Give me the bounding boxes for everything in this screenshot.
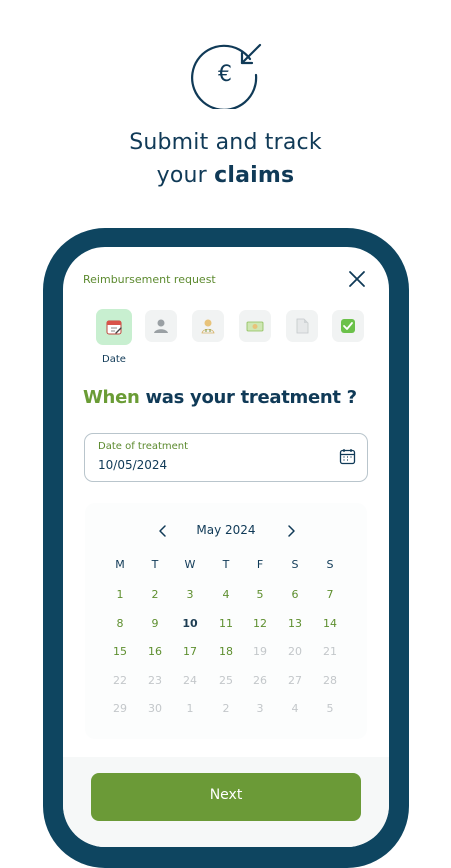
calendar-day: 30 [148,702,162,715]
document-icon [296,318,309,334]
weekday-label: W [184,558,196,571]
question-title: When was your treatment ? [83,387,357,408]
calendar-day[interactable]: 15 [105,645,135,658]
calendar-day[interactable]: 13 [280,617,310,630]
question-highlight: When [83,387,140,408]
headline-line1: Submit and track [129,130,322,155]
calendar-day: 20 [288,645,302,658]
calendar-day[interactable]: 5 [245,588,275,601]
calendar-day: 25 [219,674,233,687]
svg-text:€: € [218,62,232,87]
calendar-day[interactable]: 11 [211,617,241,630]
step-confirm[interactable] [332,310,364,342]
date-field-value[interactable]: 10/05/2024 [98,458,167,472]
date-picker: May 2024 M T W T F S S 1 2 3 4 5 6 7 8 9 10 11 12 13 14 15 16 1… [85,503,367,739]
weekday-label: T [151,558,159,571]
next-button[interactable]: Next [91,773,361,821]
headline: Submit and track your claims [0,126,451,192]
calendar-day: 29 [113,702,127,715]
calendar-day[interactable]: 10 [175,617,205,630]
calendar-day[interactable]: 7 [315,588,345,601]
calendar-day: 28 [323,674,337,687]
calendar-day[interactable]: 18 [211,645,241,658]
calendar-day[interactable]: 6 [280,588,310,601]
calendar-day: 1 [186,702,194,715]
calendar-day: 24 [183,674,197,687]
doctor-icon [201,319,215,334]
step-indicator: Date [96,309,366,370]
calendar-day[interactable]: 1 [105,588,135,601]
calendar-icon[interactable] [339,448,356,465]
date-field-label: Date of treatment [98,441,189,452]
calendar-day[interactable]: 12 [245,617,275,630]
calendar-day: 22 [113,674,127,687]
calendar-day[interactable]: 2 [140,588,170,601]
calendar-day[interactable]: 9 [140,617,170,630]
calendar-header: May 2024 [85,521,367,541]
step-doctor[interactable] [192,310,224,342]
weekday-label: T [222,558,230,571]
calendar-day[interactable]: 3 [175,588,205,601]
question-rest: was your treatment ? [145,387,357,408]
step-label-date: Date [102,354,126,365]
date-of-treatment-field[interactable]: Date of treatment 10/05/2024 [84,433,368,482]
calendar-day: 21 [323,645,337,658]
calendar-day: 3 [256,702,264,715]
step-money[interactable] [239,310,271,342]
calendar-day[interactable]: 8 [105,617,135,630]
weekday-label: F [256,558,264,571]
calendar-day[interactable]: 4 [211,588,241,601]
calendar-day[interactable]: 17 [175,645,205,658]
calendar-day: 27 [288,674,302,687]
weekday-label: S [326,558,334,571]
calendar-day: 19 [253,645,267,658]
chevron-right-icon[interactable] [281,521,301,541]
check-icon [341,319,355,333]
headline-prefix: your [156,163,207,188]
headline-line2: your claims [0,159,451,192]
calendar-day[interactable]: 14 [315,617,345,630]
person-icon [154,319,168,333]
weekday-label: M [115,558,125,571]
step-date[interactable]: Date [96,309,132,365]
calendar-day: 26 [253,674,267,687]
calendar-month: May 2024 [196,523,256,537]
step-person[interactable] [145,310,177,342]
money-icon [246,321,264,332]
calendar-day: 4 [291,702,299,715]
calendar-day: 5 [326,702,334,715]
euro-refund-icon: € [190,37,262,111]
phone-screen: Reimbursement request Date When was your… [63,247,389,847]
calendar-day: 23 [148,674,162,687]
close-icon[interactable] [345,267,369,291]
calendar-icon [106,320,122,335]
calendar-day: 2 [222,702,230,715]
headline-bold: claims [214,163,295,188]
form-title: Reimbursement request [83,273,216,286]
step-document[interactable] [286,310,318,342]
calendar-day[interactable]: 16 [140,645,170,658]
weekday-label: S [291,558,299,571]
